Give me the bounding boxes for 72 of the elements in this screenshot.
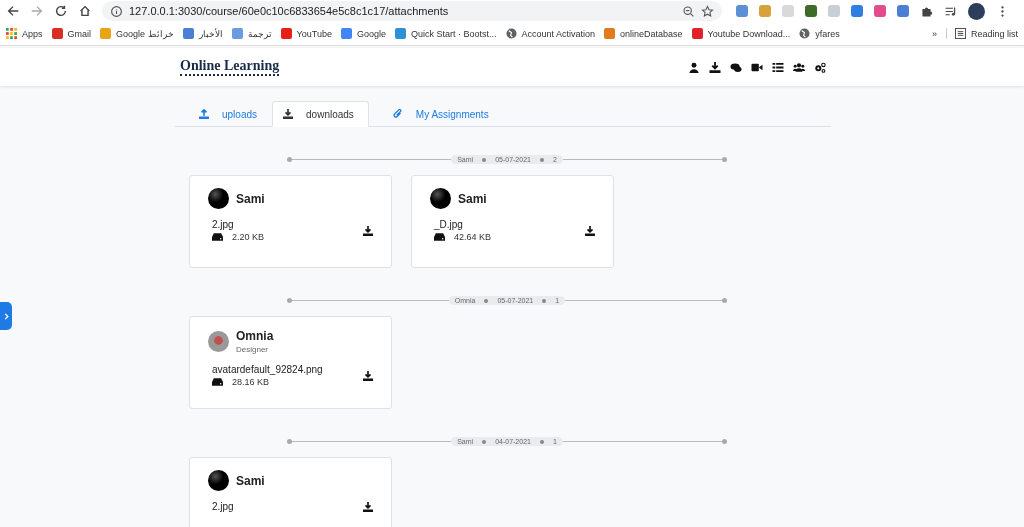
extension-icon[interactable] (874, 5, 886, 17)
reading-list-button[interactable]: Reading list (945, 28, 1018, 39)
avatar-icon (430, 188, 451, 209)
video-camera-icon[interactable] (751, 61, 763, 73)
file-size: 2.20 KB (232, 232, 265, 242)
avatar-icon (208, 188, 229, 209)
hard-drive-icon (212, 233, 223, 241)
zoom-icon[interactable] (682, 4, 695, 18)
back-icon[interactable] (6, 4, 20, 18)
upload-icon (199, 109, 209, 119)
bookmark-link[interactable]: Youtube Download... (691, 28, 791, 39)
user-icon[interactable] (688, 61, 700, 73)
tab[interactable]: My Assignments (368, 101, 504, 127)
user-name: Omnia (236, 329, 274, 343)
file-name: 2.jpg (212, 501, 234, 512)
tab[interactable]: downloads (272, 101, 369, 127)
site-logo[interactable]: Online Learning (180, 58, 280, 76)
list-icon[interactable] (772, 61, 784, 73)
media-queue-icon[interactable] (944, 4, 957, 18)
bookmark-link[interactable]: Google (340, 28, 386, 39)
profile-avatar[interactable] (968, 2, 985, 20)
user-name: Sami (458, 191, 487, 206)
file-name: avatardefault_92824.png (212, 364, 323, 375)
bookmark-link[interactable]: Gmail (51, 28, 92, 39)
sidebar-toggle-button[interactable] (0, 302, 12, 330)
globe-icon (799, 28, 811, 39)
user-name: Sami (236, 191, 265, 206)
extension-icon[interactable] (736, 5, 748, 17)
bookmark-link[interactable]: yfares (799, 28, 840, 39)
star-icon[interactable] (701, 4, 714, 18)
file-name: _D.jpg (434, 219, 464, 230)
chat-icon[interactable] (730, 61, 742, 73)
extension-icon[interactable] (805, 5, 817, 17)
reload-icon[interactable] (54, 4, 68, 18)
chevron-right-icon (2, 312, 10, 320)
bookmark-link[interactable]: Apps (6, 28, 43, 39)
extension-icon[interactable] (851, 5, 863, 17)
bookmark-link[interactable]: الأخبار (182, 28, 223, 39)
file-name: 2.jpg (212, 219, 235, 230)
paperclip-icon (392, 109, 403, 119)
bookmark-link[interactable]: Quick Start · Bootst... (394, 28, 497, 39)
file-size: 42.64 KB (454, 232, 492, 242)
hard-drive-icon (434, 233, 445, 241)
download-icon[interactable] (363, 370, 373, 381)
bookmark-link[interactable]: Google خرائط (100, 28, 174, 39)
users-icon[interactable] (793, 61, 805, 73)
user-name: Sami (236, 473, 265, 488)
bookmark-link[interactable]: Account Activation (505, 28, 596, 39)
download-icon[interactable] (709, 61, 721, 73)
avatar-icon (208, 470, 229, 491)
download-icon[interactable] (363, 225, 373, 236)
address-bar[interactable]: 127.0.0.1:3030/course/60e0c10c6833654e5c8c1c17/attachments (102, 1, 722, 21)
bookmark-link[interactable]: ترجمة (231, 28, 272, 39)
puzzle-icon[interactable] (920, 4, 933, 18)
more-bookmarks-button[interactable]: » (931, 28, 937, 39)
globe-icon (505, 28, 517, 39)
hard-drive-icon (212, 378, 223, 386)
extension-icon[interactable] (897, 5, 909, 17)
list-icon (954, 28, 966, 39)
gears-icon[interactable] (814, 61, 826, 73)
download-icon[interactable] (363, 501, 373, 512)
download-icon (283, 109, 294, 119)
home-icon[interactable] (78, 4, 92, 18)
bookmark-link[interactable]: YouTube (280, 28, 332, 39)
apps-grid-icon (6, 28, 17, 39)
download-icon[interactable] (585, 225, 595, 236)
info-icon (110, 4, 123, 18)
bookmark-link[interactable]: onlineDatabase (604, 28, 683, 39)
avatar-icon (208, 331, 229, 352)
file-size: 28.16 KB (232, 377, 270, 387)
user-role: Designer (236, 345, 269, 354)
tab[interactable]: uploads (175, 101, 273, 127)
